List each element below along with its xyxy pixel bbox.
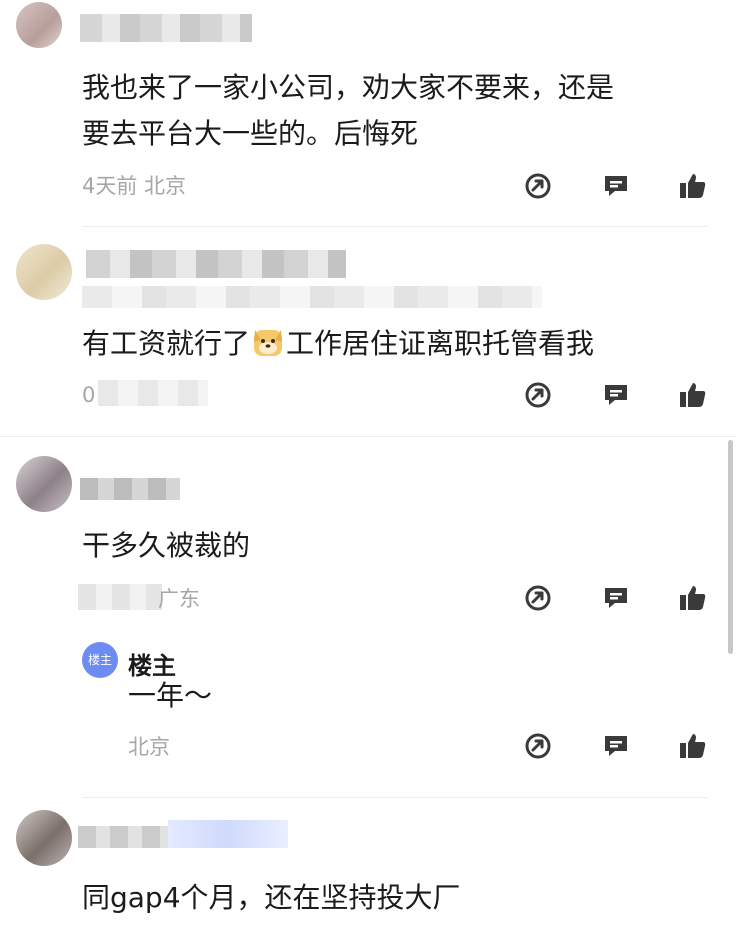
avatar[interactable] <box>16 2 62 48</box>
comment-icon[interactable] <box>601 583 631 613</box>
comment-text-line-2: 要去平台大一些的。后悔死 <box>82 117 419 150</box>
comment-icon[interactable] <box>601 171 631 201</box>
share-icon[interactable] <box>523 380 553 410</box>
comment-text: 有工资就行了 工作居住证离职托管看我 <box>82 324 594 364</box>
comment-text-part-2: 工作居住证离职托管看我 <box>286 327 595 360</box>
comment-icon[interactable] <box>601 380 631 410</box>
comment-text-part-1: 有工资就行了 <box>82 327 251 360</box>
comment-text: 同gap4个月，还在坚持投大厂 <box>82 881 461 914</box>
comment-meta: 广东 <box>158 587 200 611</box>
divider <box>0 436 736 437</box>
comment-meta: 4天前 北京 <box>82 174 187 198</box>
meta-blurred <box>98 380 208 406</box>
comment-icon[interactable] <box>601 731 631 761</box>
comment-text: 我也来了一家小公司，劝大家不要来，还是 <box>82 71 615 104</box>
avatar[interactable] <box>16 810 72 866</box>
username-blurred[interactable] <box>78 826 168 848</box>
reply-text: 一年～ <box>128 679 213 712</box>
user-tag-blurred <box>82 286 542 308</box>
thumbs-up-icon[interactable] <box>678 380 708 410</box>
thumbs-up-icon[interactable] <box>678 171 708 201</box>
reply-meta: 北京 <box>128 735 170 759</box>
scrollbar[interactable] <box>728 440 733 654</box>
op-badge: 楼主 <box>82 642 118 678</box>
share-icon[interactable] <box>523 731 553 761</box>
user-tag-blurred <box>168 820 288 848</box>
divider <box>82 797 708 798</box>
avatar[interactable] <box>16 456 72 512</box>
share-icon[interactable] <box>523 171 553 201</box>
divider <box>82 226 708 227</box>
username-blurred[interactable] <box>80 14 252 42</box>
comment-meta: 0 <box>82 383 96 407</box>
meta-blurred <box>78 584 162 610</box>
avatar[interactable] <box>16 244 72 300</box>
thumbs-up-icon[interactable] <box>678 583 708 613</box>
doge-emoji <box>252 326 284 358</box>
share-icon[interactable] <box>523 583 553 613</box>
username-blurred[interactable] <box>80 478 180 500</box>
thumbs-up-icon[interactable] <box>678 731 708 761</box>
comment-text: 干多久被裁的 <box>82 529 251 562</box>
username-blurred[interactable] <box>86 250 346 278</box>
